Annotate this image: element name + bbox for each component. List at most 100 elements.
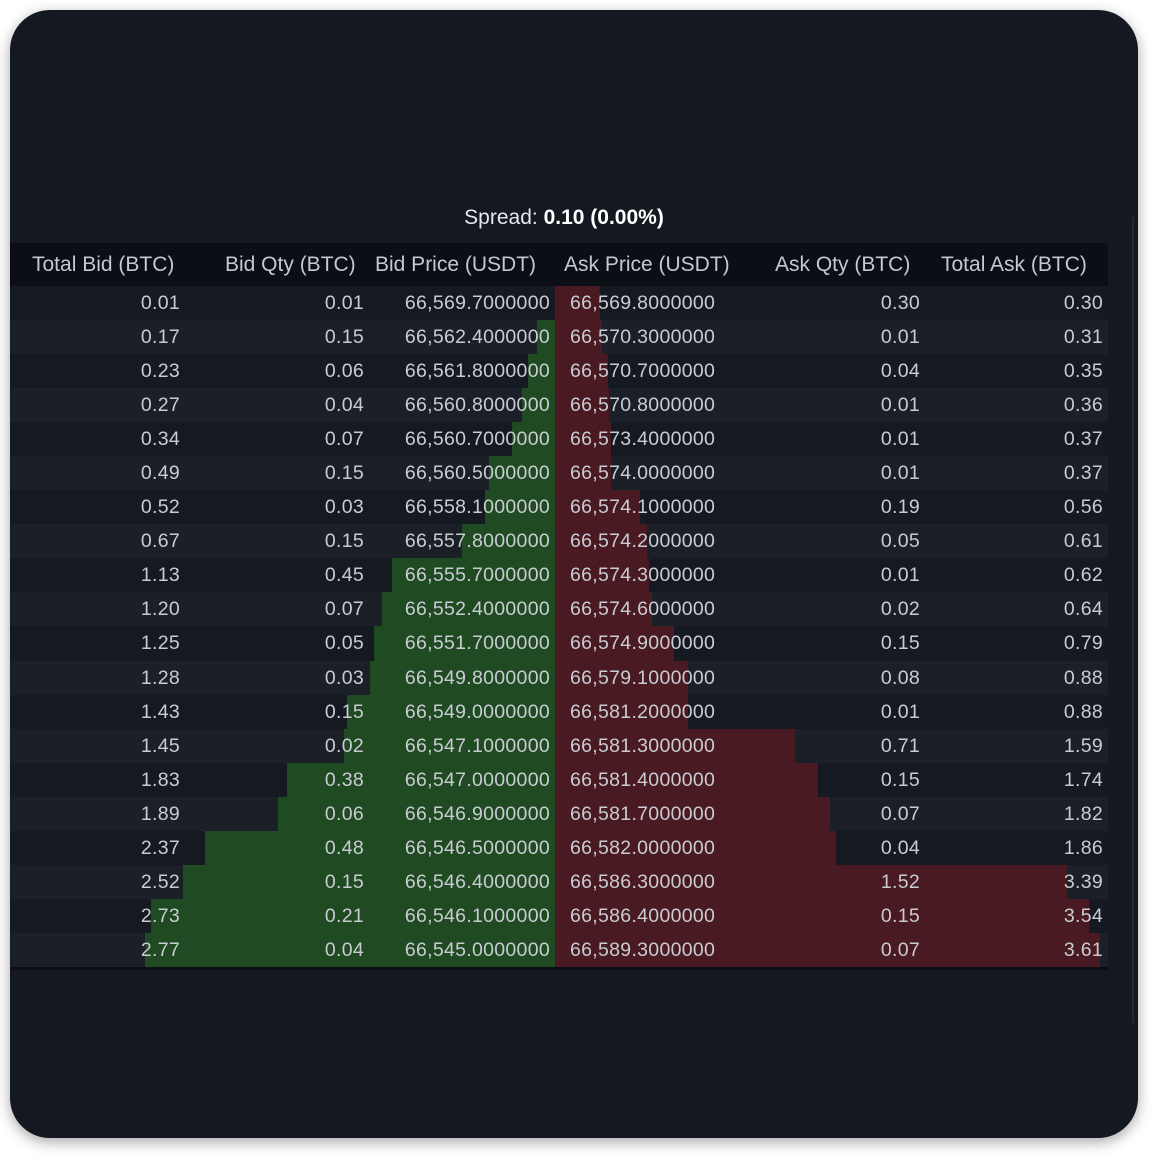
ask-price-cell: 66,574.2000000 (570, 530, 716, 553)
ask-price-cell: 66,589.3000000 (570, 938, 716, 961)
ask-price-cell: 66,581.3000000 (570, 734, 716, 757)
ask-price-cell: 66,581.7000000 (570, 802, 716, 825)
table-row[interactable]: 2.37 0.48 66,546.5000000 66,582.0000000 0.04… (10, 830, 1108, 865)
header-bid-price[interactable]: Bid Price (USDT) (375, 243, 536, 286)
ask-qty-cell: 0.07 (880, 938, 920, 961)
order-book-window: Spread: 0.10 (0.00%) Total Bid (BTC) Bid… (10, 10, 1138, 1138)
ask-price-cell: 66,570.3000000 (570, 326, 716, 349)
total-ask-cell: 0.36 (1063, 394, 1103, 417)
header-ask-qty[interactable]: Ask Qty (BTC) (775, 243, 910, 286)
table-bottom-divider (10, 966, 1108, 970)
order-book-table: Total Bid (BTC) Bid Qty (BTC) Bid Price … (10, 243, 1108, 970)
table-row[interactable]: 0.49 0.15 66,560.5000000 66,574.0000000 0.01… (10, 456, 1108, 491)
total-bid-cell: 2.73 (140, 904, 180, 927)
table-row[interactable]: 0.23 0.06 66,561.8000000 66,570.7000000 0.04… (10, 354, 1108, 389)
table-row[interactable]: 0.27 0.04 66,560.8000000 66,570.8000000 0.01… (10, 388, 1108, 423)
table-row[interactable]: 1.83 0.38 66,547.0000000 66,581.4000000 0.15… (10, 762, 1108, 797)
table-row[interactable]: 2.77 0.04 66,545.0000000 66,589.3000000 0.07… (10, 932, 1108, 967)
table-row[interactable]: 0.67 0.15 66,557.8000000 66,574.2000000 0.05… (10, 524, 1108, 559)
bid-qty-cell: 0.02 (324, 734, 364, 757)
bid-qty-cell: 0.15 (324, 870, 364, 893)
header-ask-price[interactable]: Ask Price (USDT) (564, 243, 730, 286)
bid-qty-cell: 0.04 (324, 938, 364, 961)
table-row[interactable]: 1.45 0.02 66,547.1000000 66,581.3000000 0.71… (10, 728, 1108, 763)
ask-qty-cell: 0.07 (880, 802, 920, 825)
table-row[interactable]: 0.34 0.07 66,560.7000000 66,573.4000000 0.01… (10, 422, 1108, 457)
ask-price-cell: 66,586.3000000 (570, 870, 716, 893)
total-bid-cell: 0.23 (140, 360, 180, 383)
bid-qty-cell: 0.06 (324, 802, 364, 825)
bid-price-cell: 66,549.8000000 (404, 666, 550, 689)
ask-price-cell: 66,574.6000000 (570, 598, 716, 621)
ask-qty-cell: 0.71 (880, 734, 920, 757)
bid-qty-cell: 0.15 (324, 326, 364, 349)
total-bid-cell: 1.13 (140, 564, 180, 587)
table-row[interactable]: 1.25 0.05 66,551.7000000 66,574.9000000 0.15… (10, 626, 1108, 661)
spread-label: Spread: (464, 206, 538, 229)
total-ask-cell: 3.61 (1063, 938, 1103, 961)
ask-qty-cell: 0.01 (880, 564, 920, 587)
table-row[interactable]: 1.43 0.15 66,549.0000000 66,581.2000000 0.01… (10, 694, 1108, 729)
bid-qty-cell: 0.48 (324, 836, 364, 859)
header-total-bid[interactable]: Total Bid (BTC) (32, 243, 174, 286)
bid-qty-cell: 0.15 (324, 530, 364, 553)
total-bid-cell: 0.27 (140, 394, 180, 417)
total-ask-cell: 0.79 (1063, 632, 1103, 655)
ask-price-cell: 66,581.4000000 (570, 768, 716, 791)
total-bid-cell: 0.67 (140, 530, 180, 553)
bid-price-cell: 66,546.5000000 (404, 836, 550, 859)
ask-qty-cell: 0.15 (880, 768, 920, 791)
bid-price-cell: 66,569.7000000 (404, 292, 550, 314)
ask-qty-cell: 0.02 (880, 598, 920, 621)
bid-qty-cell: 0.04 (324, 394, 364, 417)
total-ask-cell: 1.59 (1063, 734, 1103, 757)
bid-qty-cell: 0.05 (324, 632, 364, 655)
ask-qty-cell: 0.01 (880, 700, 920, 723)
ask-price-cell: 66,574.9000000 (570, 632, 716, 655)
bid-price-cell: 66,547.0000000 (404, 768, 550, 791)
ask-qty-cell: 0.01 (880, 326, 920, 349)
scrollbar-track[interactable] (1132, 217, 1134, 1023)
ask-price-cell: 66,570.8000000 (570, 394, 716, 417)
total-ask-cell: 0.62 (1063, 564, 1103, 587)
table-row[interactable]: 1.89 0.06 66,546.9000000 66,581.7000000 0.07… (10, 796, 1108, 831)
table-row[interactable]: 0.17 0.15 66,562.4000000 66,570.3000000 0.01… (10, 320, 1108, 355)
table-row[interactable]: 2.52 0.15 66,546.4000000 66,586.3000000 1.52… (10, 864, 1108, 899)
total-bid-cell: 0.49 (140, 462, 180, 485)
total-bid-cell: 0.01 (140, 292, 180, 314)
total-bid-cell: 1.83 (140, 768, 180, 791)
ask-qty-cell: 0.30 (880, 292, 920, 314)
total-ask-cell: 1.86 (1063, 836, 1103, 859)
bid-qty-cell: 0.21 (324, 904, 364, 927)
table-row[interactable]: 1.13 0.45 66,555.7000000 66,574.3000000 0.01… (10, 558, 1108, 593)
ask-price-cell: 66,582.0000000 (570, 836, 716, 859)
total-bid-cell: 1.89 (140, 802, 180, 825)
ask-qty-cell: 0.19 (880, 496, 920, 519)
spread-readout: Spread: 0.10 (0.00%) (10, 203, 1118, 233)
table-row[interactable]: 1.28 0.03 66,549.8000000 66,579.1000000 0.08… (10, 660, 1108, 695)
ask-price-cell: 66,569.8000000 (570, 292, 716, 314)
total-bid-cell: 1.43 (140, 700, 180, 723)
total-bid-cell: 1.45 (140, 734, 180, 757)
bid-price-cell: 66,545.0000000 (404, 938, 550, 961)
bid-price-cell: 66,547.1000000 (404, 734, 550, 757)
bid-qty-cell: 0.07 (324, 598, 364, 621)
order-rows: 0.01 0.01 66,569.7000000 66,569.8000000 0.30… (10, 286, 1108, 967)
total-bid-cell: 2.52 (140, 870, 180, 893)
total-ask-cell: 0.37 (1063, 428, 1103, 451)
total-bid-cell: 2.37 (140, 836, 180, 859)
ask-price-cell: 66,573.4000000 (570, 428, 716, 451)
ask-qty-cell: 0.15 (880, 632, 920, 655)
table-row[interactable]: 0.01 0.01 66,569.7000000 66,569.8000000 0.30… (10, 286, 1108, 321)
bid-price-cell: 66,560.7000000 (404, 428, 550, 451)
header-total-ask[interactable]: Total Ask (BTC) (941, 243, 1087, 286)
bid-price-cell: 66,551.7000000 (404, 632, 550, 655)
table-row[interactable]: 1.20 0.07 66,552.4000000 66,574.6000000 0.02… (10, 592, 1108, 627)
table-row[interactable]: 0.52 0.03 66,558.1000000 66,574.1000000 0.19… (10, 490, 1108, 525)
ask-price-cell: 66,570.7000000 (570, 360, 716, 383)
table-row[interactable]: 2.73 0.21 66,546.1000000 66,586.4000000 0.15… (10, 898, 1108, 933)
total-bid-cell: 0.17 (140, 326, 180, 349)
header-bid-qty[interactable]: Bid Qty (BTC) (225, 243, 356, 286)
total-ask-cell: 0.56 (1063, 496, 1103, 519)
bid-qty-cell: 0.45 (324, 564, 364, 587)
